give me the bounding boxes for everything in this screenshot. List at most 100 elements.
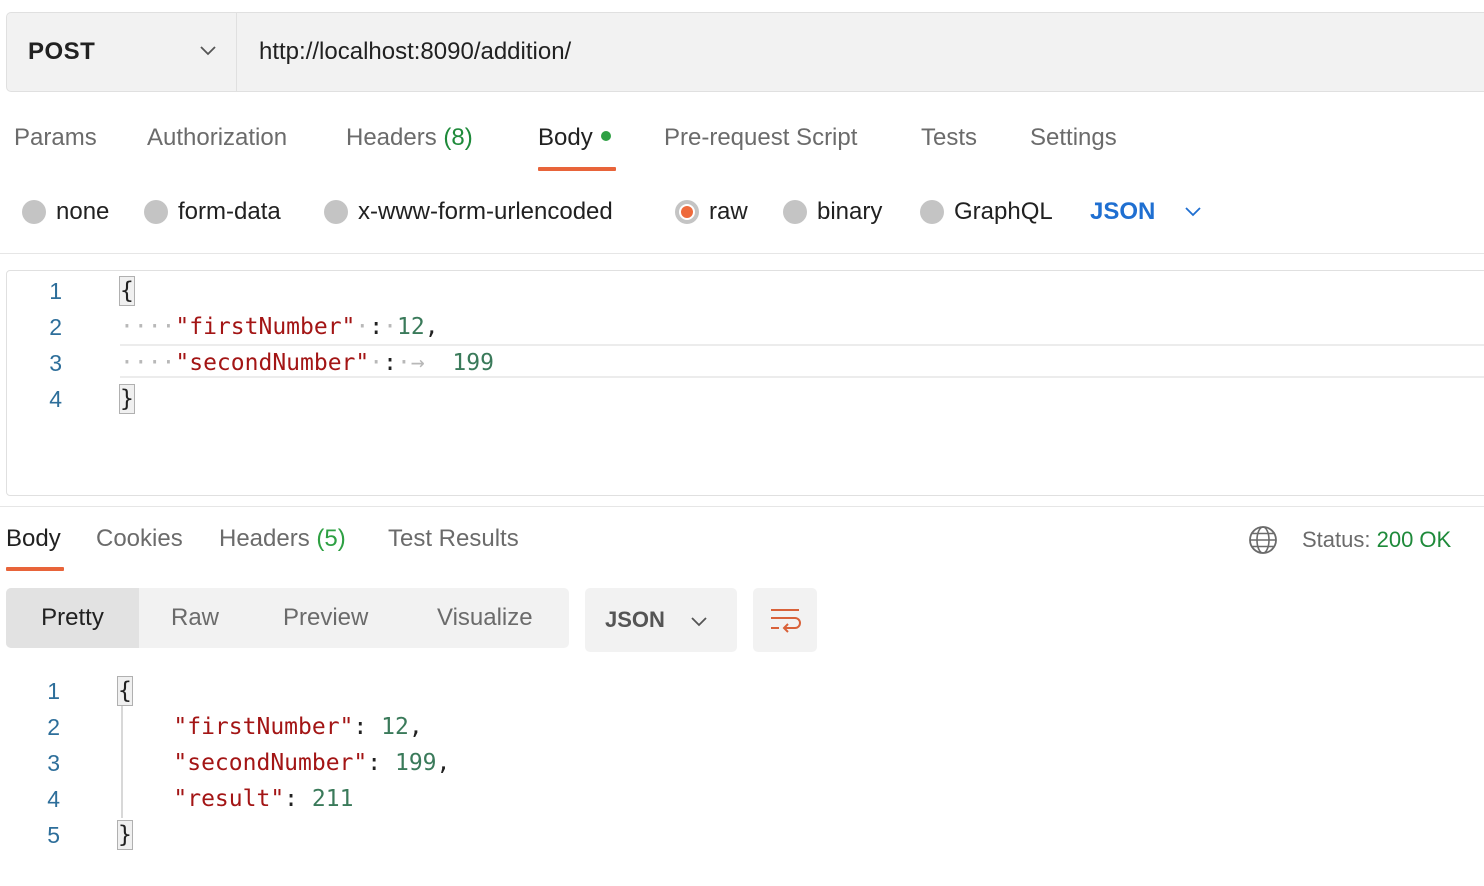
view-pretty-label: Pretty: [41, 604, 104, 631]
view-visualize-button[interactable]: Visualize: [437, 588, 533, 648]
json-key: "firstNumber": [175, 314, 356, 340]
open-brace: {: [119, 276, 135, 306]
response-headers-count: (5): [316, 525, 346, 552]
response-tab-body[interactable]: Body: [6, 525, 61, 553]
radio-circle-selected: [675, 200, 699, 224]
radio-binary[interactable]: binary: [783, 196, 882, 228]
code-line: {: [117, 673, 450, 709]
radio-circle: [22, 200, 46, 224]
chevron-down-icon: [1185, 207, 1201, 217]
view-raw-label: Raw: [171, 604, 220, 631]
radio-graphql[interactable]: GraphQL: [920, 196, 1053, 228]
globe-icon[interactable]: [1248, 525, 1278, 555]
response-format-select[interactable]: JSON: [585, 588, 737, 652]
tab-marker: ·→: [396, 350, 453, 376]
chevron-down-icon: [200, 46, 216, 56]
json-value: 12: [381, 714, 409, 740]
url-bar: POST http://localhost:8090/addition/: [6, 12, 1484, 92]
code-line: ····"firstNumber"·:·12,: [120, 314, 439, 340]
whitespace-marker: ·: [369, 350, 384, 376]
wrap-lines-icon: [771, 609, 801, 633]
line-number: 3: [49, 350, 62, 376]
line-number: 1: [49, 278, 62, 304]
whitespace-marker: ·: [355, 314, 370, 340]
json-value: 211: [311, 786, 354, 812]
response-status: Status: 200 OK: [1302, 527, 1451, 553]
url-text: http://localhost:8090/addition/: [259, 38, 572, 65]
tab-tests-label: Tests: [921, 124, 978, 151]
response-tab-body-label: Body: [6, 525, 61, 552]
radio-binary-label: binary: [817, 198, 883, 225]
line-number: 4: [47, 786, 60, 812]
response-tab-test-results[interactable]: Test Results: [388, 525, 519, 553]
tab-authorization[interactable]: Authorization: [147, 124, 287, 152]
code-line: "firstNumber": 12,: [173, 714, 423, 740]
code-line: {: [119, 273, 494, 309]
radio-circle: [144, 200, 168, 224]
response-line-numbers: 1 2 3 4 5: [20, 673, 60, 853]
radio-circle: [920, 200, 944, 224]
body-format-select[interactable]: JSON: [1090, 196, 1203, 228]
radio-circle: [324, 200, 348, 224]
code-line: }: [117, 817, 450, 853]
code-line: }: [119, 381, 494, 417]
response-tab-test-results-label: Test Results: [388, 525, 519, 552]
response-active-tab-underline: [6, 567, 64, 571]
tab-prerequest-script[interactable]: Pre-request Script: [664, 124, 857, 152]
view-mode-group: Pretty Raw Preview Visualize: [6, 588, 569, 648]
tab-prerequest-label: Pre-request Script: [664, 124, 858, 151]
json-key: "secondNumber": [175, 350, 370, 376]
close-brace: }: [117, 820, 133, 850]
json-value: 199: [452, 350, 494, 376]
response-tab-cookies-label: Cookies: [96, 525, 183, 552]
tab-tests[interactable]: Tests: [921, 124, 977, 152]
json-key: "result": [173, 786, 285, 812]
tab-params[interactable]: Params: [14, 124, 97, 152]
view-visualize-label: Visualize: [437, 604, 533, 631]
radio-urlencoded-label: x-www-form-urlencoded: [358, 198, 613, 225]
tab-authorization-label: Authorization: [147, 124, 288, 151]
whitespace-marker: ·: [383, 314, 397, 340]
radio-graphql-label: GraphQL: [954, 198, 1053, 225]
method-select[interactable]: POST: [7, 13, 237, 91]
tab-headers-label: Headers: [346, 124, 437, 151]
line-number: 1: [47, 678, 60, 704]
tab-params-label: Params: [14, 124, 97, 151]
response-tab-headers-label: Headers: [219, 525, 310, 552]
tab-body[interactable]: Body: [538, 124, 611, 152]
request-code: { ····"firstNumber"·:·12, ····"secondNum…: [119, 273, 494, 417]
line-number: 2: [49, 314, 62, 340]
view-preview-label: Preview: [283, 604, 369, 631]
wrap-lines-button[interactable]: [753, 588, 817, 652]
tab-settings-label: Settings: [1030, 124, 1117, 151]
response-format-label: JSON: [605, 607, 665, 632]
radio-form-data[interactable]: form-data: [144, 196, 281, 228]
response-code: { "firstNumber": 12, "secondNumber": 199…: [117, 673, 450, 853]
tab-headers[interactable]: Headers (8): [346, 124, 473, 152]
view-preview-button[interactable]: Preview: [283, 588, 368, 648]
radio-none[interactable]: none: [22, 196, 109, 228]
active-tab-underline: [538, 167, 616, 171]
radio-raw[interactable]: raw: [675, 196, 748, 228]
tab-settings[interactable]: Settings: [1030, 124, 1117, 152]
line-number: 3: [47, 750, 60, 776]
response-tab-cookies[interactable]: Cookies: [96, 525, 183, 553]
divider: [0, 253, 1484, 254]
json-key: "secondNumber": [173, 750, 368, 776]
view-pretty-button[interactable]: Pretty: [6, 588, 139, 648]
url-input[interactable]: http://localhost:8090/addition/: [259, 13, 571, 91]
json-value: 12: [396, 314, 425, 340]
whitespace-marker: ····: [120, 314, 176, 340]
body-modified-dot: [600, 130, 611, 141]
open-brace: {: [117, 676, 133, 706]
radio-urlencoded[interactable]: x-www-form-urlencoded: [324, 196, 613, 228]
code-line: "result": 211: [173, 786, 354, 812]
radio-form-data-label: form-data: [178, 198, 281, 225]
response-tab-headers[interactable]: Headers (5): [219, 525, 346, 553]
radio-none-label: none: [56, 198, 110, 225]
body-format-label: JSON: [1090, 198, 1156, 225]
divider: [0, 506, 1484, 507]
view-raw-button[interactable]: Raw: [171, 588, 219, 648]
code-line: ····"secondNumber"·:·→ 199: [120, 350, 494, 376]
tab-body-label: Body: [538, 124, 593, 151]
